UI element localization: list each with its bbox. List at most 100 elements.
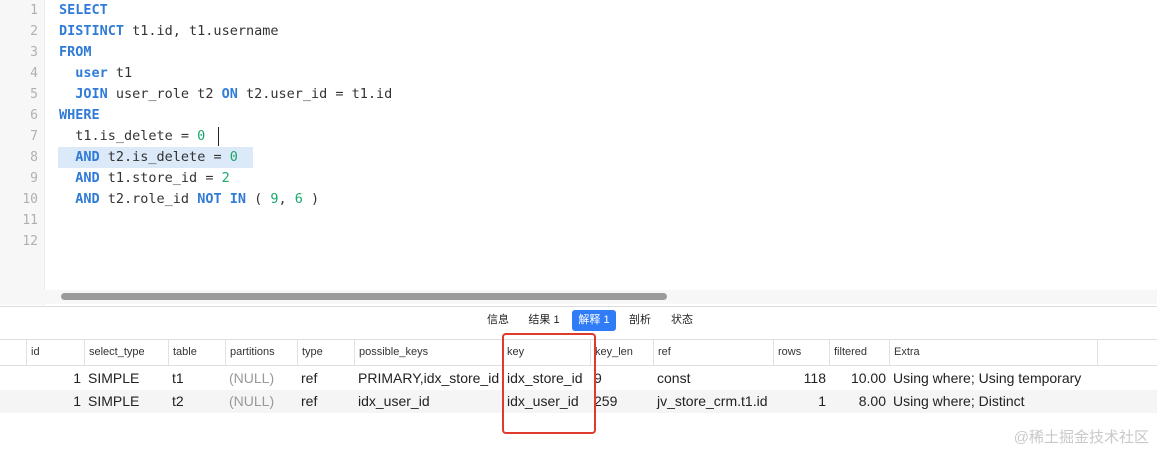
tab-info[interactable]: 信息: [482, 310, 514, 331]
watermark: @稀土掘金技术社区: [1013, 429, 1149, 446]
sql-keyword: AND: [75, 191, 100, 207]
code-line[interactable]: user t1: [59, 63, 132, 84]
cell-key[interactable]: idx_user_id: [505, 390, 590, 413]
sql-number: 6: [294, 191, 303, 207]
code-line[interactable]: t1.is_delete = 0: [59, 126, 205, 147]
line-number: 12: [22, 234, 38, 249]
sql-keyword: NOT IN: [197, 191, 246, 207]
tab-result-1[interactable]: 结果 1: [524, 310, 564, 331]
sql-text: (: [245, 191, 271, 207]
sql-keyword: WHERE: [59, 107, 100, 123]
sql-text: t1: [107, 65, 133, 81]
code-line[interactable]: JOIN user_role t2 ON t2.user_id = t1.id: [59, 84, 392, 105]
cell-key-len[interactable]: 9: [592, 367, 653, 390]
cell-key-len[interactable]: 259: [592, 390, 653, 413]
code-line[interactable]: WHERE: [59, 105, 100, 126]
sql-text: t1.store_id =: [99, 170, 222, 186]
cell-possible-keys[interactable]: PRIMARY,idx_store_id: [356, 367, 502, 390]
tab-explain-1[interactable]: 解释 1: [572, 310, 616, 331]
cell-select-type[interactable]: SIMPLE: [86, 390, 168, 413]
line-number: 9: [30, 171, 38, 186]
code-line[interactable]: AND t1.store_id = 2: [59, 168, 230, 189]
column-header-ref[interactable]: ref: [653, 340, 773, 365]
column-header-select-type[interactable]: select_type: [84, 340, 168, 365]
sql-text: ,: [278, 191, 295, 207]
sql-editor[interactable]: 1 2 3 4 5 6 7 8 9 10 11 12 SELECT DISTINCT t1.id, t1…: [0, 0, 1157, 305]
line-number: 4: [30, 66, 38, 81]
table-empty-area: [0, 413, 1157, 454]
line-number: 8: [30, 150, 38, 165]
sql-number: 9: [270, 191, 279, 207]
cell-table[interactable]: t2: [170, 390, 225, 413]
cell-select-type[interactable]: SIMPLE: [86, 367, 168, 390]
grid-header-bottom-border: [0, 365, 1157, 366]
column-header-key-len[interactable]: key_len: [590, 340, 653, 365]
text-caret: [218, 127, 219, 146]
cell-key[interactable]: idx_store_id: [505, 367, 590, 390]
horizontal-scrollbar-thumb[interactable]: [61, 293, 667, 300]
sql-keyword: SELECT: [59, 2, 108, 18]
column-header-rows[interactable]: rows: [773, 340, 829, 365]
sql-text: t2.is_delete =: [99, 149, 230, 165]
code-line[interactable]: DISTINCT t1.id, t1.username: [59, 21, 278, 42]
column-header-key[interactable]: key: [502, 340, 590, 365]
sql-text: t2.user_id = t1.id: [237, 86, 393, 102]
code-line[interactable]: AND t2.role_id NOT IN ( 9, 6 ): [59, 189, 319, 210]
line-number: 10: [22, 192, 38, 207]
cell-partitions[interactable]: (NULL): [227, 367, 297, 390]
code-line[interactable]: AND t2.is_delete = 0: [59, 147, 238, 168]
sql-keyword: DISTINCT: [59, 23, 125, 39]
sql-keyword: JOIN: [75, 86, 108, 102]
code-line[interactable]: SELECT: [59, 0, 108, 21]
line-number-gutter: 1 2 3 4 5 6 7 8 9 10 11 12: [0, 0, 45, 305]
sql-keyword: AND: [75, 149, 100, 165]
line-number: 1: [30, 3, 38, 18]
sql-number: 2: [221, 170, 230, 186]
column-header-filler: [1097, 340, 1157, 365]
cell-extra[interactable]: Using where; Using temporary: [891, 367, 1097, 390]
result-tabs: 信息 结果 1 解释 1 剖析 状态: [0, 310, 1157, 332]
column-header-table[interactable]: table: [168, 340, 225, 365]
column-header-type[interactable]: type: [297, 340, 354, 365]
column-header-id[interactable]: id: [26, 340, 84, 365]
cell-type[interactable]: ref: [299, 367, 354, 390]
sql-number: 0: [229, 149, 238, 165]
pane-divider[interactable]: [0, 306, 1157, 307]
cell-extra[interactable]: Using where; Distinct: [891, 390, 1097, 413]
cell-rows[interactable]: 118: [773, 367, 829, 390]
cell-id[interactable]: 1: [26, 390, 84, 413]
tab-profile[interactable]: 剖析: [624, 310, 656, 331]
cell-possible-keys[interactable]: idx_user_id: [356, 390, 502, 413]
cell-filtered[interactable]: 8.00: [829, 390, 889, 413]
sql-keyword: user: [75, 65, 108, 81]
cell-type[interactable]: ref: [299, 390, 354, 413]
cell-ref[interactable]: jv_store_crm.t1.id: [655, 390, 773, 413]
column-header-partitions[interactable]: partitions: [225, 340, 297, 365]
sql-keyword: ON: [221, 86, 238, 102]
cell-ref[interactable]: const: [655, 367, 773, 390]
line-number: 6: [30, 108, 38, 123]
cell-filtered[interactable]: 10.00: [829, 367, 889, 390]
column-header-possible-keys[interactable]: possible_keys: [354, 340, 502, 365]
sql-text: t1.id, t1.username: [124, 23, 279, 39]
sql-text: t1.is_delete =: [59, 128, 198, 144]
cell-rows[interactable]: 1: [773, 390, 829, 413]
line-number: 7: [30, 129, 38, 144]
cell-id[interactable]: 1: [26, 367, 84, 390]
code-line[interactable]: FROM: [59, 42, 92, 63]
column-header-filtered[interactable]: filtered: [829, 340, 889, 365]
line-number: 3: [30, 45, 38, 60]
sql-keyword: FROM: [59, 44, 92, 60]
column-header-extra[interactable]: Extra: [889, 340, 1097, 365]
line-number: 2: [30, 24, 38, 39]
cell-table[interactable]: t1: [170, 367, 225, 390]
sql-text: ): [302, 191, 320, 207]
sql-keyword: AND: [75, 170, 100, 186]
cell-partitions[interactable]: (NULL): [227, 390, 297, 413]
sql-text: user_role t2: [107, 86, 222, 102]
tab-status[interactable]: 状态: [666, 310, 698, 331]
